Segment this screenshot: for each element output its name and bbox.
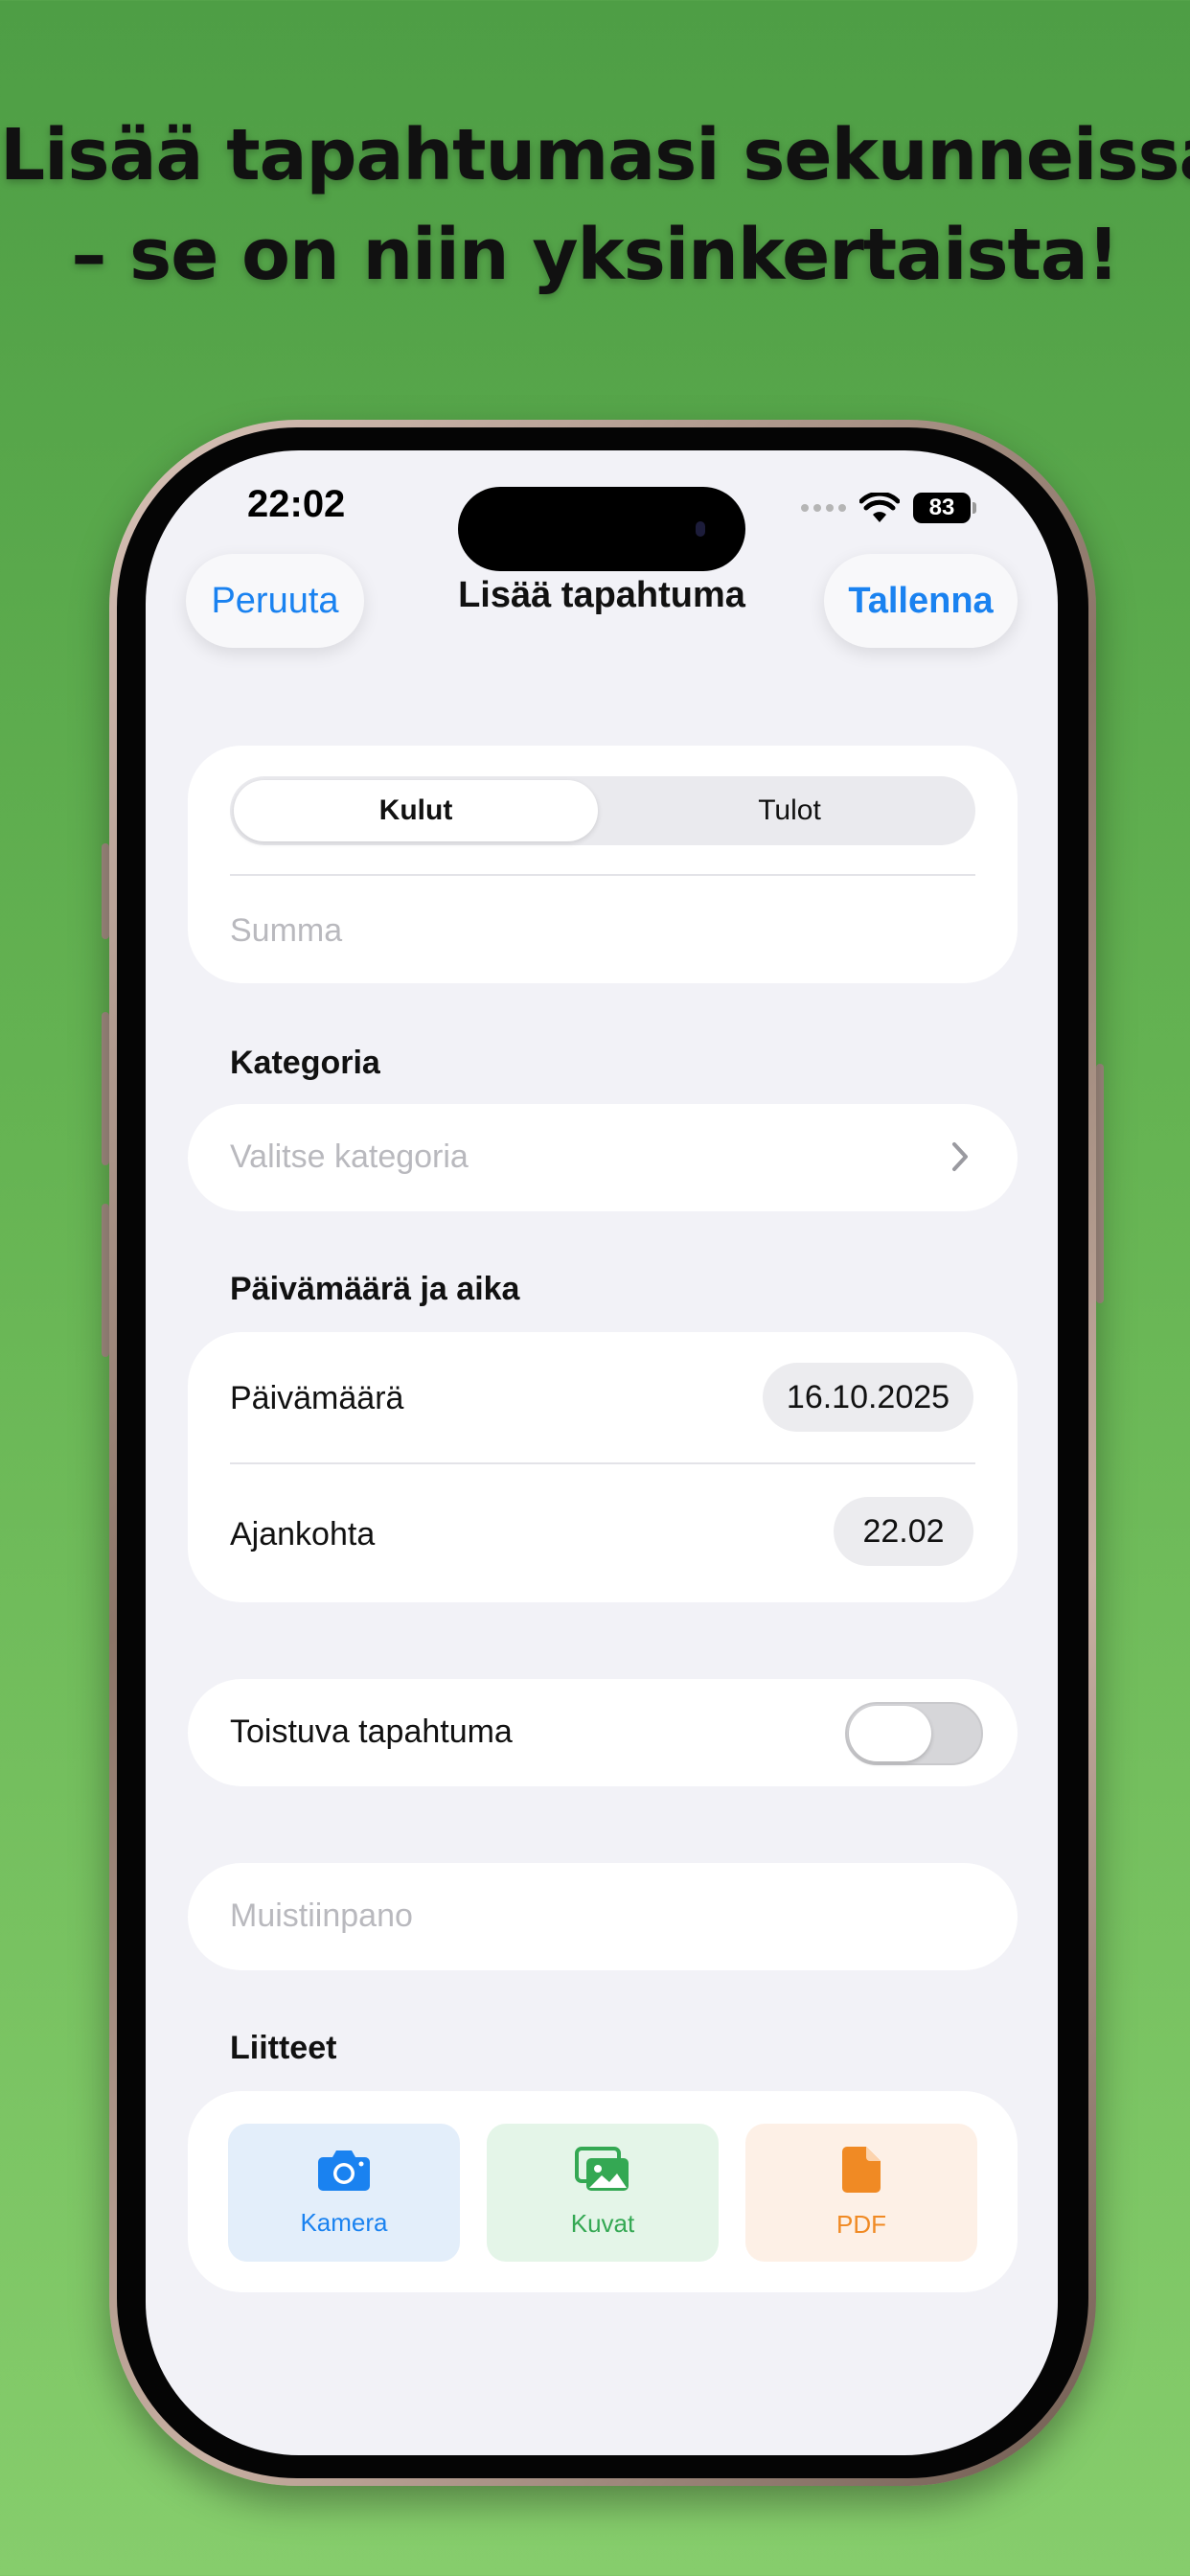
camera-attachment-button[interactable]: Kamera xyxy=(228,2124,460,2262)
datetime-card: Päivämäärä 16.10.2025 Ajankohta 22.02 xyxy=(188,1332,1018,1602)
toggle-knob xyxy=(849,1706,931,1761)
headline-line-1: Lisää tapahtumasi sekunneissa xyxy=(0,114,1190,196)
power-button xyxy=(1096,1064,1104,1303)
chevron-right-icon xyxy=(950,1140,970,1178)
photos-attachment-label: Kuvat xyxy=(570,2209,635,2238)
attachments-card: Kamera Kuvat PDF xyxy=(188,2091,1018,2292)
cancel-button[interactable]: Peruuta xyxy=(186,554,364,648)
amount-input[interactable]: Summa xyxy=(230,912,342,950)
recurring-card: Toistuva tapahtuma xyxy=(188,1679,1018,1786)
page-title: Lisää tapahtuma xyxy=(458,575,745,615)
time-label: Ajankohta xyxy=(230,1516,376,1552)
photos-attachment-button[interactable]: Kuvat xyxy=(487,2124,719,2262)
type-segmented-control: Kulut Tulot xyxy=(230,776,975,845)
time-picker[interactable]: 22.02 xyxy=(834,1497,973,1566)
camera-lens xyxy=(696,521,705,537)
divider xyxy=(230,874,975,876)
note-field[interactable]: Muistiinpano xyxy=(188,1863,1018,1970)
wifi-icon xyxy=(859,493,900,523)
pdf-attachment-button[interactable]: PDF xyxy=(745,2124,977,2262)
camera-icon xyxy=(317,2148,371,2198)
photos-icon xyxy=(575,2147,630,2199)
divider xyxy=(230,1462,975,1464)
datetime-section-label: Päivämäärä ja aika xyxy=(230,1271,520,1307)
headline-line-2: – se on niin yksinkertaista! xyxy=(71,214,1119,296)
marketing-headline: Lisää tapahtumasi sekunneissa – se on ni… xyxy=(0,105,1190,305)
pdf-attachment-label: PDF xyxy=(836,2210,886,2239)
battery-icon: 83 xyxy=(913,493,976,523)
date-picker[interactable]: 16.10.2025 xyxy=(763,1363,973,1432)
segment-income[interactable]: Tulot xyxy=(607,780,972,841)
status-icons: 83 xyxy=(801,489,976,527)
action-button xyxy=(102,843,109,939)
document-icon xyxy=(841,2146,881,2200)
save-button[interactable]: Tallenna xyxy=(824,554,1018,648)
segment-expenses[interactable]: Kulut xyxy=(234,780,598,841)
category-section-label: Kategoria xyxy=(230,1045,380,1081)
category-placeholder: Valitse kategoria xyxy=(230,1138,469,1175)
status-time: 22:02 xyxy=(247,483,346,525)
category-picker[interactable]: Valitse kategoria xyxy=(188,1104,1018,1211)
type-amount-card: Kulut Tulot Summa xyxy=(188,746,1018,983)
recurring-toggle[interactable] xyxy=(845,1702,983,1765)
camera-attachment-label: Kamera xyxy=(300,2208,388,2237)
volume-up-button xyxy=(102,1012,109,1165)
date-label: Päivämäärä xyxy=(230,1380,404,1416)
battery-level: 83 xyxy=(928,494,955,520)
cellular-signal-icon xyxy=(801,504,846,512)
recurring-label: Toistuva tapahtuma xyxy=(230,1714,513,1750)
volume-down-button xyxy=(102,1204,109,1357)
attachments-section-label: Liitteet xyxy=(230,2030,337,2066)
note-placeholder: Muistiinpano xyxy=(230,1898,413,1934)
